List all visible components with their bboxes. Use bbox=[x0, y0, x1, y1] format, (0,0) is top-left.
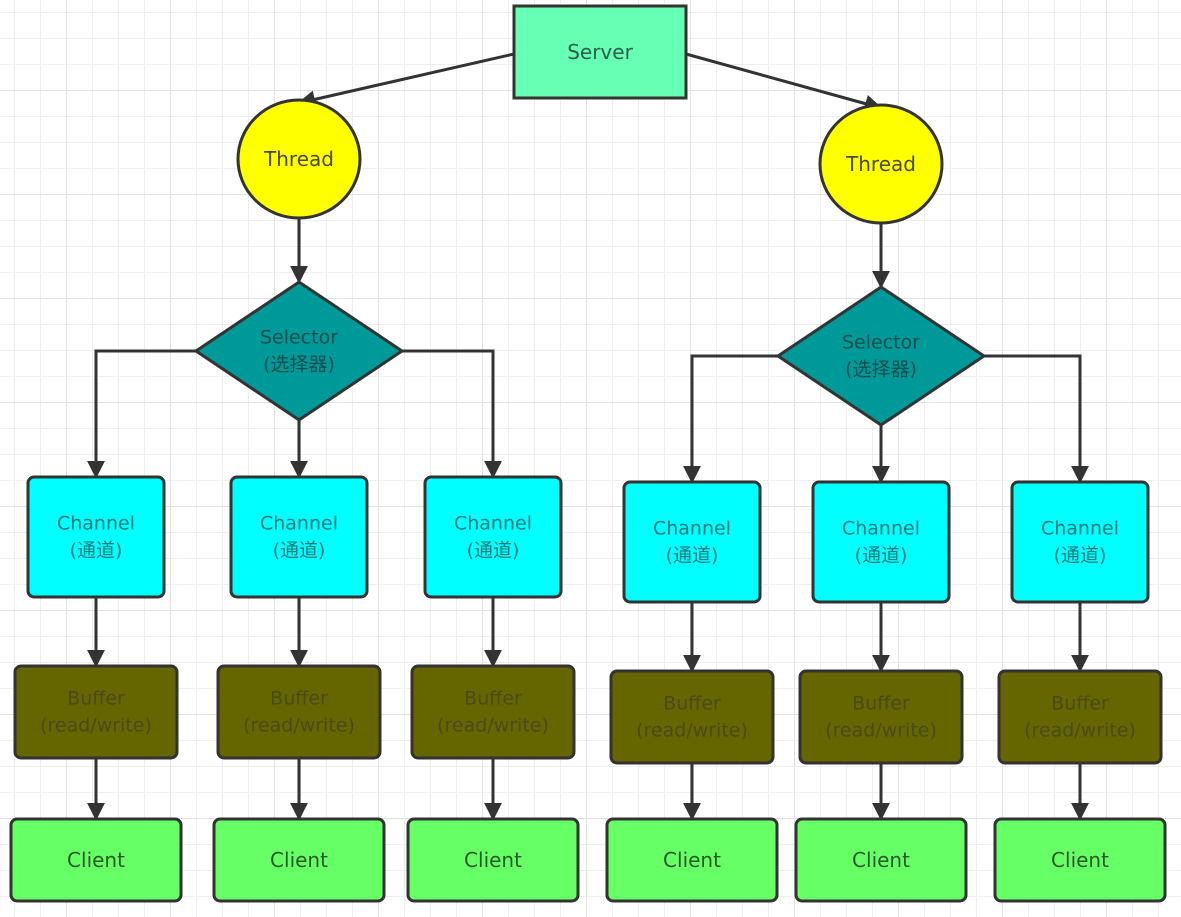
buffer-label: Buffer bbox=[270, 688, 328, 710]
selector-diamond[interactable] bbox=[193, 280, 405, 422]
node-thread-right[interactable]: Thread bbox=[818, 103, 944, 225]
node-channel-2[interactable]: Channel (通道) bbox=[229, 475, 369, 599]
node-thread-left[interactable]: Thread bbox=[236, 98, 362, 220]
buffer-label: Buffer bbox=[67, 688, 125, 710]
channel-label: (通道) bbox=[467, 539, 520, 561]
node-buffer-4[interactable]: Buffer (read/write) bbox=[609, 669, 775, 765]
edge-server-to-thread-left bbox=[297, 52, 515, 109]
node-buffer-6[interactable]: Buffer (read/write) bbox=[997, 669, 1163, 765]
buffer-label: Buffer bbox=[464, 688, 522, 710]
diagram-canvas: Server Thread Thread Selector (选择器) Selector (… bbox=[9, 4, 1167, 903]
buffer-label: (read/write) bbox=[1024, 719, 1136, 741]
edge-selector-right-to-channel-6 bbox=[984, 354, 1089, 484]
edge-selector-left-to-channel-1 bbox=[87, 349, 196, 479]
node-server[interactable]: Server bbox=[512, 4, 688, 100]
node-client-4[interactable]: Client bbox=[605, 817, 779, 903]
buffer-box[interactable] bbox=[997, 669, 1163, 765]
channel-label: (通道) bbox=[273, 539, 326, 561]
edge-selector-right-to-channel-4 bbox=[683, 354, 778, 484]
channel-box[interactable] bbox=[26, 475, 166, 599]
edge-server-to-thread-right bbox=[685, 52, 883, 113]
channel-box[interactable] bbox=[229, 475, 369, 599]
buffer-label: Buffer bbox=[852, 693, 910, 715]
selector-label: (选择器) bbox=[845, 358, 917, 380]
edge-selector-left-to-channel-3 bbox=[402, 349, 502, 479]
channel-label: (通道) bbox=[855, 544, 908, 566]
node-client-5[interactable]: Client bbox=[794, 817, 968, 903]
channel-box[interactable] bbox=[423, 475, 563, 599]
node-channel-6[interactable]: Channel (通道) bbox=[1010, 480, 1150, 604]
channel-label: (通道) bbox=[70, 539, 123, 561]
node-client-6[interactable]: Client bbox=[993, 817, 1167, 903]
node-channel-3[interactable]: Channel (通道) bbox=[423, 475, 563, 599]
node-buffer-2[interactable]: Buffer (read/write) bbox=[216, 664, 382, 760]
buffer-label: Buffer bbox=[1051, 693, 1109, 715]
buffer-box[interactable] bbox=[410, 664, 576, 760]
buffer-label: (read/write) bbox=[243, 714, 355, 736]
node-client-2[interactable]: Client bbox=[212, 817, 386, 903]
buffer-label: (read/write) bbox=[825, 719, 937, 741]
channel-label: (通道) bbox=[1054, 544, 1107, 566]
thread-label: Thread bbox=[845, 152, 916, 176]
server-label: Server bbox=[567, 40, 633, 64]
buffer-label: (read/write) bbox=[437, 714, 549, 736]
client-label: Client bbox=[1051, 848, 1109, 872]
channel-label: Channel bbox=[260, 513, 338, 535]
node-client-3[interactable]: Client bbox=[406, 817, 580, 903]
nodes-layer: Server Thread Thread Selector (选择器) Selector (… bbox=[9, 4, 1167, 903]
client-label: Client bbox=[67, 848, 125, 872]
channel-label: Channel bbox=[842, 518, 920, 540]
node-selector-right[interactable]: Selector (选择器) bbox=[775, 285, 987, 427]
selector-label: (选择器) bbox=[263, 353, 335, 375]
node-selector-left[interactable]: Selector (选择器) bbox=[193, 280, 405, 422]
channel-box[interactable] bbox=[1010, 480, 1150, 604]
client-label: Client bbox=[464, 848, 522, 872]
buffer-label: Buffer bbox=[663, 693, 721, 715]
channel-label: Channel bbox=[57, 513, 135, 535]
node-buffer-3[interactable]: Buffer (read/write) bbox=[410, 664, 576, 760]
channel-box[interactable] bbox=[811, 480, 951, 604]
thread-label: Thread bbox=[263, 147, 334, 171]
client-label: Client bbox=[852, 848, 910, 872]
selector-diamond[interactable] bbox=[775, 285, 987, 427]
buffer-box[interactable] bbox=[798, 669, 964, 765]
channel-label: Channel bbox=[653, 518, 731, 540]
buffer-box[interactable] bbox=[216, 664, 382, 760]
buffer-box[interactable] bbox=[13, 664, 179, 760]
node-channel-1[interactable]: Channel (通道) bbox=[26, 475, 166, 599]
client-label: Client bbox=[270, 848, 328, 872]
buffer-box[interactable] bbox=[609, 669, 775, 765]
client-label: Client bbox=[663, 848, 721, 872]
selector-label: Selector bbox=[842, 332, 920, 354]
buffer-label: (read/write) bbox=[636, 719, 748, 741]
channel-label: (通道) bbox=[666, 544, 719, 566]
node-client-1[interactable]: Client bbox=[9, 817, 183, 903]
channel-label: Channel bbox=[454, 513, 532, 535]
channel-label: Channel bbox=[1041, 518, 1119, 540]
buffer-label: (read/write) bbox=[40, 714, 152, 736]
channel-box[interactable] bbox=[622, 480, 762, 604]
node-channel-5[interactable]: Channel (通道) bbox=[811, 480, 951, 604]
selector-label: Selector bbox=[260, 327, 338, 349]
node-buffer-1[interactable]: Buffer (read/write) bbox=[13, 664, 179, 760]
node-buffer-5[interactable]: Buffer (read/write) bbox=[798, 669, 964, 765]
node-channel-4[interactable]: Channel (通道) bbox=[622, 480, 762, 604]
